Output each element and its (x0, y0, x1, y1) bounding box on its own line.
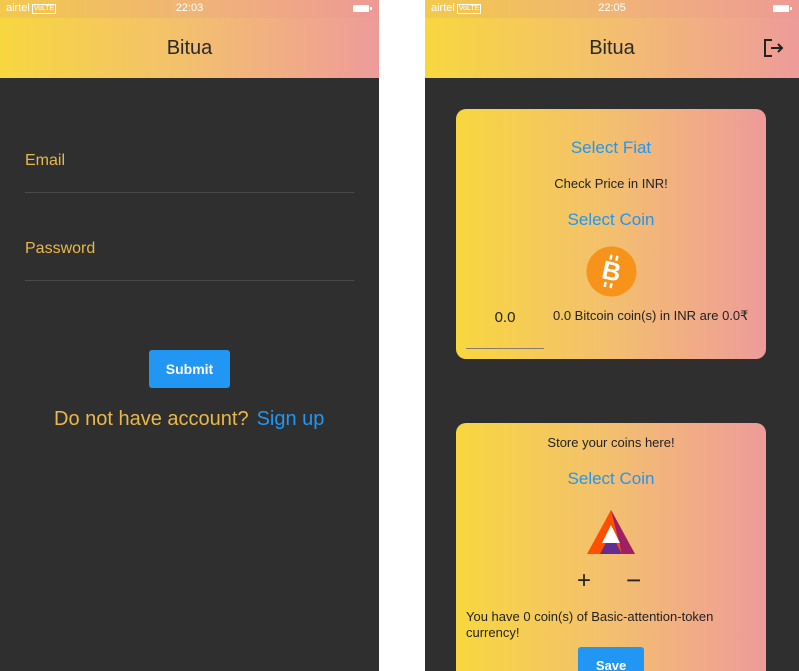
email-field[interactable]: Email (25, 152, 65, 170)
password-underline (25, 280, 354, 281)
balance-text: You have 0 coin(s) of Basic-attention-to… (466, 609, 714, 640)
decrement-button[interactable]: − (626, 565, 641, 596)
check-price-text: Check Price in INR! (554, 176, 668, 191)
email-underline (25, 192, 354, 193)
increment-button[interactable]: + (577, 567, 591, 595)
submit-button[interactable]: Submit (149, 350, 230, 388)
status-bar: airtel VoLTE 22:05 (425, 0, 799, 18)
basic-attention-token-icon[interactable] (586, 509, 636, 555)
app-bar: Bitua (0, 18, 379, 78)
login-screen: airtel VoLTE 22:03 Bitua Email Password S… (0, 0, 379, 671)
password-field[interactable]: Password (25, 240, 95, 258)
select-coin-button[interactable]: Select Coin (456, 469, 766, 489)
logout-icon[interactable] (763, 38, 785, 58)
bitcoin-icon[interactable]: B (586, 246, 637, 297)
app-bar: Bitua (425, 18, 799, 78)
status-time: 22:05 (598, 2, 626, 14)
app-title: Bitua (589, 37, 635, 59)
signup-link[interactable]: Sign up (257, 408, 325, 430)
select-coin-button[interactable]: Select Coin (456, 210, 766, 230)
conversion-result: 0.0 Bitcoin coin(s) in INR are 0.0₹ (553, 308, 749, 323)
battery-icon (773, 5, 792, 12)
store-coins-card: Store your coins here! Select Coin + − Y… (456, 423, 766, 671)
dashboard-screen: airtel VoLTE 22:05 Bitua Select Fiat Chec… (425, 0, 799, 671)
price-check-card: Select Fiat Check Price in INR! Select C… (456, 109, 766, 359)
amount-underline (466, 348, 544, 349)
amount-input[interactable]: 0.0 (466, 309, 544, 326)
status-bar: airtel VoLTE 22:03 (0, 0, 379, 18)
store-heading: Store your coins here! (547, 435, 675, 450)
select-fiat-button[interactable]: Select Fiat (456, 138, 766, 158)
status-time: 22:03 (175, 2, 204, 14)
no-account-text: Do not have account? (54, 408, 249, 430)
signup-row: Do not have account? Sign up (54, 408, 324, 431)
battery-icon (353, 5, 372, 12)
save-button[interactable]: Save (578, 647, 644, 671)
app-title: Bitua (166, 37, 213, 59)
